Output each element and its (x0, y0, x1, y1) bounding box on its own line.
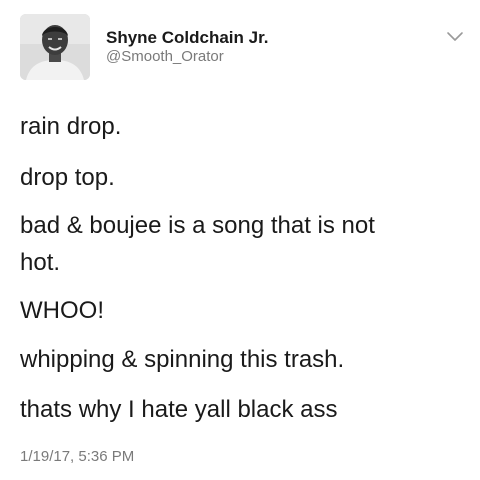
avatar[interactable] (20, 14, 90, 80)
tweet-text-line: hot. (20, 249, 61, 276)
tweet-card: Shyne Coldchain Jr. @Smooth_Orator rain … (0, 0, 480, 480)
chevron-down-icon[interactable] (446, 30, 464, 44)
tweet-text-line: rain drop. (20, 113, 122, 140)
tweet-text-line: whipping & spinning this trash. (20, 346, 345, 373)
author-display-name[interactable]: Shyne Coldchain Jr. (106, 28, 269, 48)
tweet-text-line: bad & boujee is a song that is not (20, 212, 375, 239)
author-handle[interactable]: @Smooth_Orator (106, 48, 224, 65)
tweet-text-line: thats why I hate yall black ass (20, 396, 338, 423)
tweet-text-line: WHOO! (20, 297, 104, 324)
tweet-timestamp[interactable]: 1/19/17, 5:36 PM (20, 448, 134, 465)
tweet-text-line: drop top. (20, 164, 115, 191)
avatar-photo (20, 14, 90, 80)
